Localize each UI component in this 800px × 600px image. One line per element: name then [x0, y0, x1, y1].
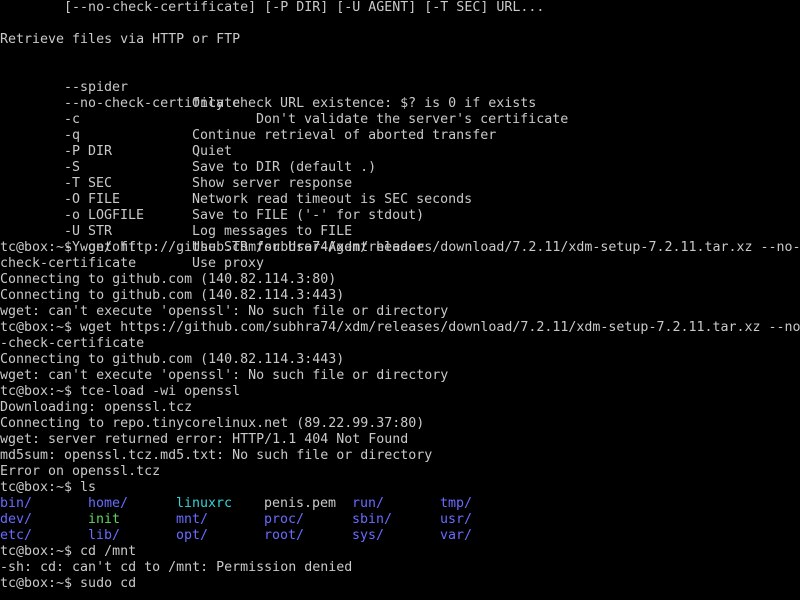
option-row: -q Quiet	[0, 112, 800, 159]
shell-prompt-line: tc@box:~$ wget https://github.com/subhra…	[0, 320, 800, 335]
option-row: -S Show server response	[0, 144, 800, 191]
ls-entry-directory: dev/	[0, 512, 33, 527]
option-row: -O FILE Save to FILE ('-' for stdout)	[0, 176, 800, 223]
ls-entry-directory: tmp/	[440, 496, 473, 511]
ls-entry-file: penis.pem	[264, 496, 337, 511]
output-line: Downloading: openssl.tcz	[0, 400, 193, 415]
error-line: -sh: cd: can't cd to /mnt: Permission de…	[0, 560, 353, 575]
ls-entry-directory: sbin/	[352, 512, 393, 527]
ls-output-row: dev/ init mnt/ proc/ sbin/ usr/	[0, 512, 800, 528]
ls-entry-directory: sys/	[352, 528, 385, 543]
shell-prompt-line: tc@box:~$ wget http://github.com/subhra7…	[0, 240, 800, 255]
ls-entry-executable: init	[88, 512, 121, 527]
wget-description: Retrieve files via HTTP or FTP	[0, 32, 241, 47]
output-line: Connecting to github.com (140.82.114.3:4…	[0, 288, 345, 303]
ls-entry-directory: mnt/	[176, 512, 209, 527]
option-row: -c Continue retrieval of aborted transfe…	[0, 96, 800, 143]
ls-entry-directory: opt/	[176, 528, 209, 543]
ls-entry-directory: run/	[352, 496, 385, 511]
error-line: wget: server returned error: HTTP/1.1 40…	[0, 432, 409, 447]
ls-entry-directory: root/	[264, 528, 305, 543]
output-line: Connecting to github.com (140.82.114.3:4…	[0, 352, 345, 367]
usage-line: [--no-check-certificate] [-P DIR] [-U AG…	[0, 0, 545, 15]
error-line: wget: can't execute 'openssl': No such f…	[0, 368, 449, 383]
ls-entry-directory: bin/	[0, 496, 33, 511]
option-row: -T SEC Network read timeout is SEC secon…	[0, 160, 800, 207]
ls-entry-directory: usr/	[440, 512, 473, 527]
shell-prompt-line: tc@box:~$ tce-load -wi openssl	[0, 384, 241, 399]
option-row: -U STR Use STR for User-Agent header	[0, 208, 800, 255]
ls-entry-symlink: linuxrc	[176, 496, 233, 511]
ls-entry-directory: proc/	[264, 512, 305, 527]
shell-prompt-line: tc@box:~$ cd /mnt	[0, 544, 137, 559]
ls-output-row: bin/ home/ linuxrc penis.pem run/ tmp/	[0, 496, 800, 512]
error-line: Error on openssl.tcz	[0, 464, 161, 479]
output-line: Connecting to github.com (140.82.114.3:8…	[0, 272, 337, 287]
ls-entry-directory: lib/	[88, 528, 121, 543]
option-row: --no-check-certificate Don't validate th…	[0, 80, 800, 127]
output-line: check-certificate	[0, 256, 137, 271]
option-row: -Y on/off Use proxy	[0, 224, 800, 271]
option-row: -o LOGFILE Log messages to FILE	[0, 192, 800, 239]
ls-entry-directory: etc/	[0, 528, 33, 543]
ls-entry-directory: var/	[440, 528, 473, 543]
output-line: Connecting to repo.tinycorelinux.net (89…	[0, 416, 425, 431]
ls-entry-directory: home/	[88, 496, 129, 511]
shell-command-input[interactable]: tc@box:~$ sudo cd	[0, 576, 800, 592]
error-line: md5sum: openssl.tcz.md5.txt: No such fil…	[0, 448, 433, 463]
error-line: wget: can't execute 'openssl': No such f…	[0, 304, 449, 319]
terminal-window[interactable]: [--no-check-certificate] [-P DIR] [-U AG…	[0, 0, 800, 600]
option-row: -P DIR Save to DIR (default .)	[0, 128, 800, 175]
ls-output-row: etc/ lib/ opt/ root/ sys/ var/	[0, 528, 800, 544]
shell-prompt-line: tc@box:~$ ls	[0, 480, 97, 495]
option-row: --spider Only check URL existence: $? is…	[0, 64, 800, 111]
output-line: -check-certificate	[0, 336, 145, 351]
